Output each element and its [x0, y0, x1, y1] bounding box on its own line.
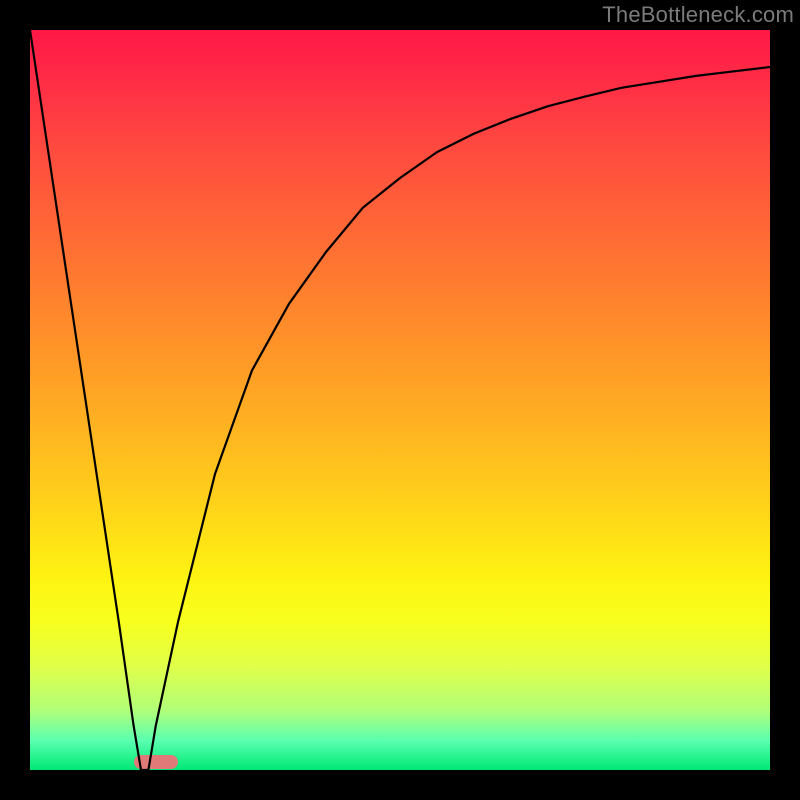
chart-canvas: TheBottleneck.com — [0, 0, 800, 800]
plot-area — [30, 30, 770, 770]
critical-region-marker — [134, 755, 178, 769]
watermark-label: TheBottleneck.com — [602, 2, 794, 28]
bottleneck-curve — [30, 30, 770, 770]
